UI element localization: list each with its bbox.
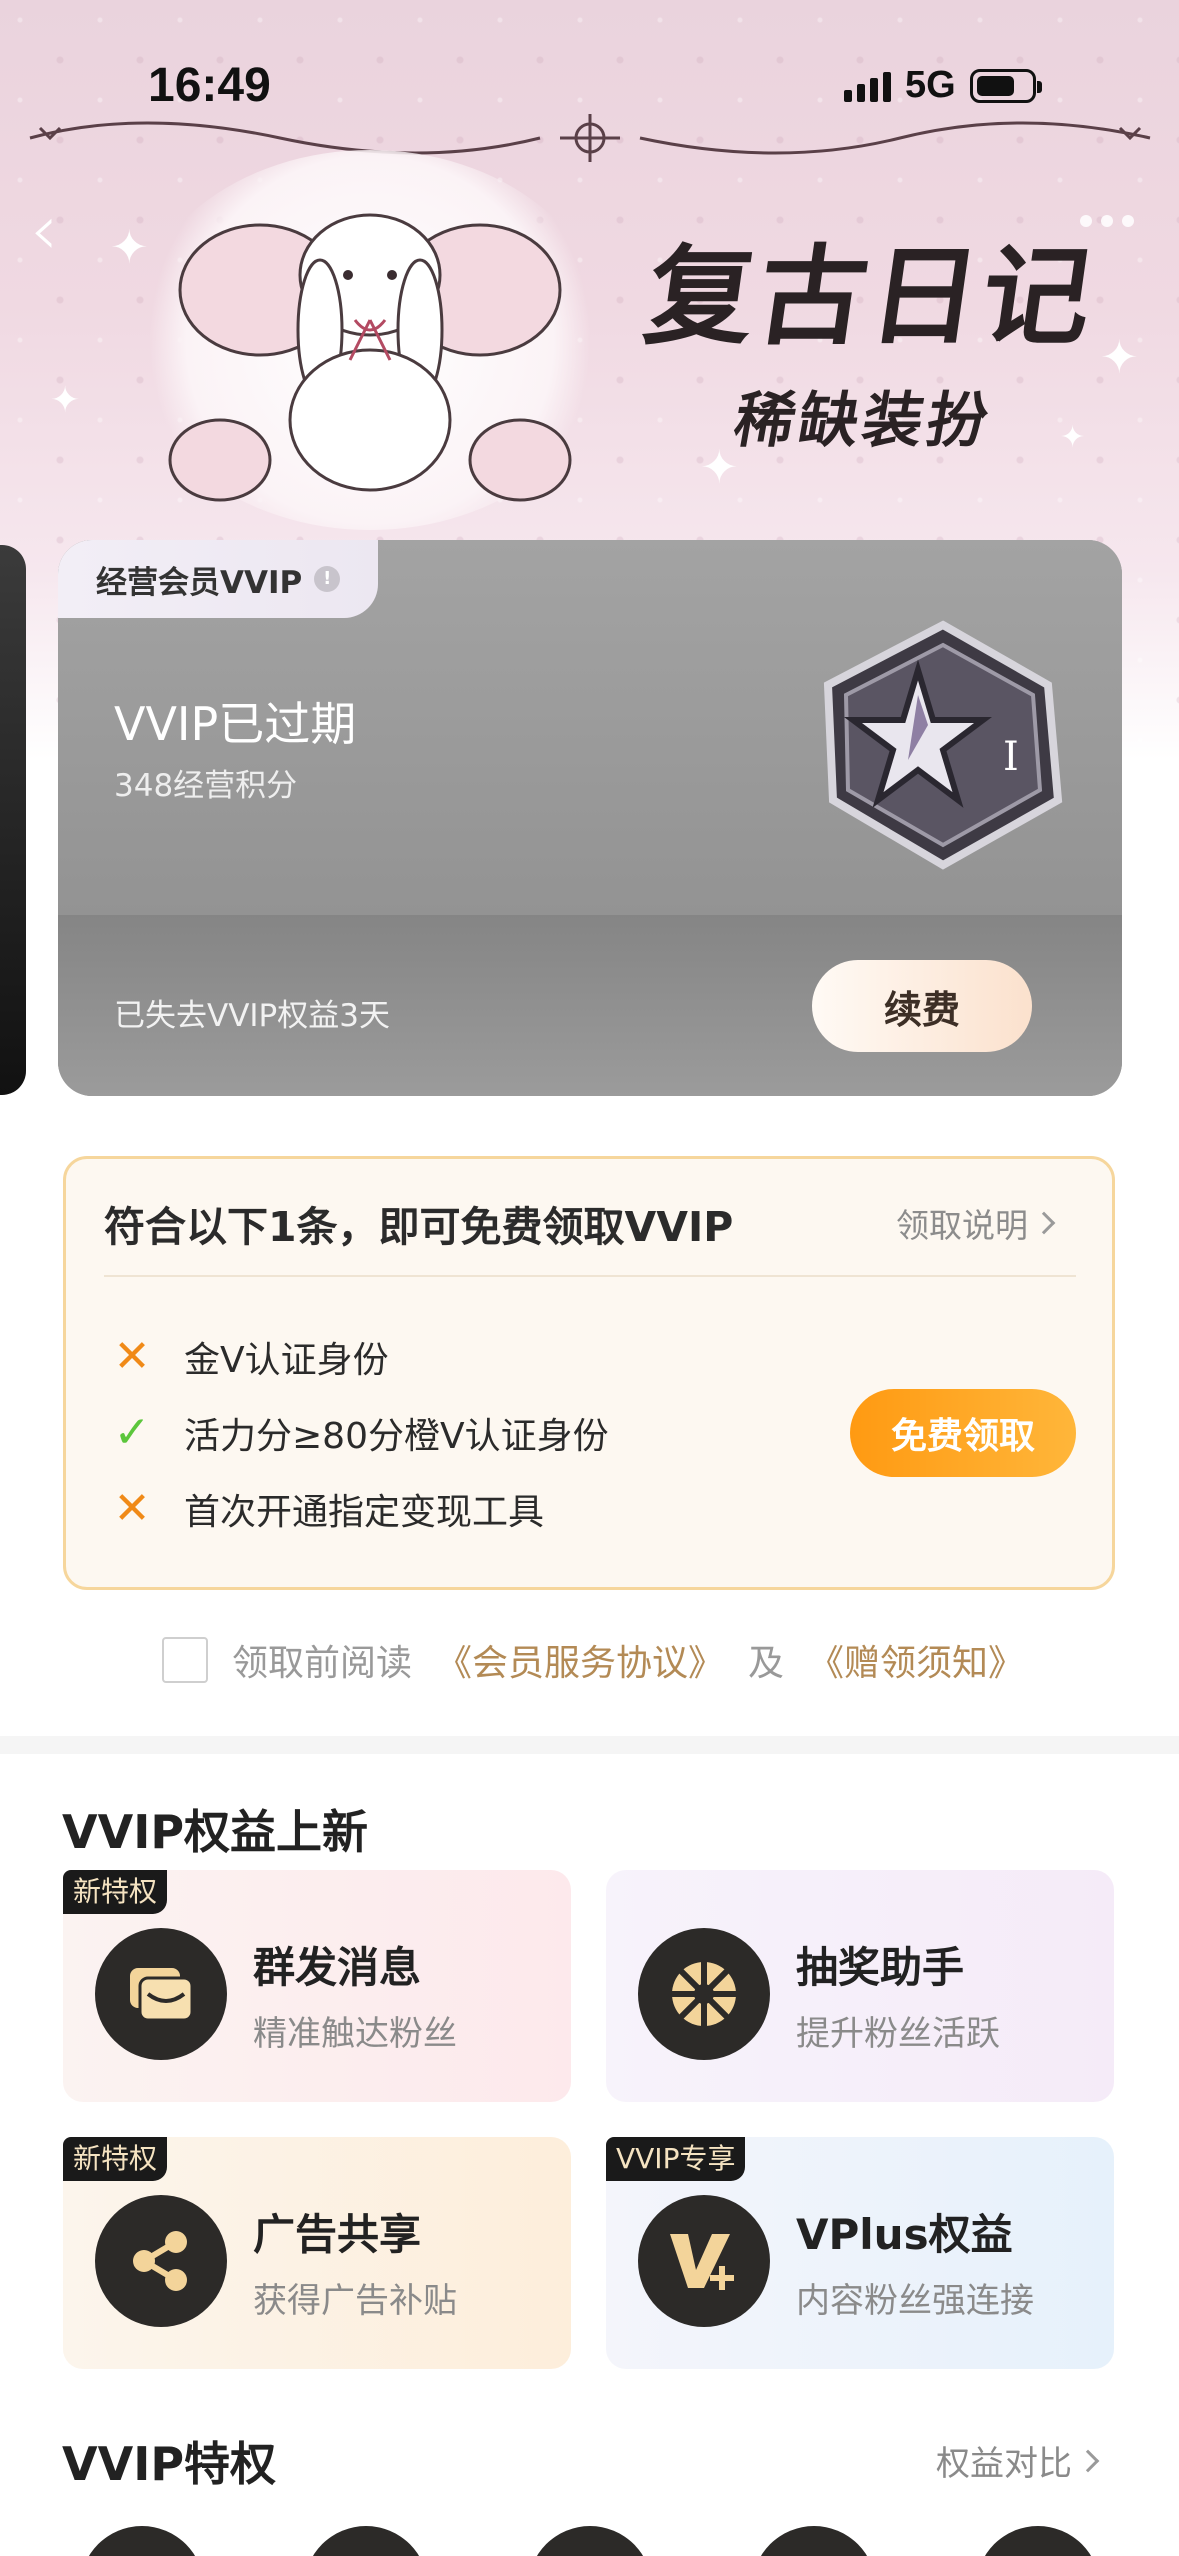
status-time: 16:49 (148, 59, 271, 112)
network-label: 5G (905, 64, 956, 106)
sparkle-icon: ✦ (700, 440, 739, 494)
privilege-icon[interactable] (80, 2526, 204, 2556)
new-rights-title: VVIP权益上新 (62, 1805, 369, 1859)
right-name: 广告共享 (253, 2210, 422, 2259)
claim-help-link[interactable]: 领取说明 (896, 1199, 1056, 1247)
vplus-icon (638, 2195, 770, 2327)
sparkle-icon: ✦ (1100, 330, 1139, 384)
check-icon: ✓ (113, 1407, 151, 1458)
back-chevron-icon[interactable]: ‹ (30, 190, 90, 270)
agreement-prefix: 领取前阅读 (232, 1643, 413, 1684)
new-privilege-badge: 新特权 (63, 2137, 168, 2181)
privilege-icon[interactable] (752, 2526, 876, 2556)
condition-text: 活力分≥80分橙V认证身份 (184, 1416, 609, 1457)
compare-label: 权益对比 (936, 2444, 1072, 2484)
vip-status: VVIP已过期 (114, 697, 357, 751)
vip-tab-label: 经营会员VVIP (96, 564, 303, 601)
sparkle-icon: ✦ (1060, 420, 1086, 455)
chevron-right-icon (1076, 2449, 1100, 2472)
vvip-exclusive-badge: VVIP专享 (606, 2137, 746, 2181)
bunny-illustration (168, 213, 572, 502)
message-icon (95, 1928, 227, 2060)
right-name: VPlus权益 (796, 2210, 1013, 2259)
vip-points: 348经营积分 (114, 768, 298, 804)
status-icons: 5G (844, 64, 1042, 107)
right-desc: 提升粉丝活跃 (796, 2014, 1000, 2054)
new-privilege-badge: 新特权 (63, 1870, 168, 1914)
renew-button[interactable]: 续费 (812, 960, 1032, 1052)
divider (104, 1275, 1076, 1277)
vip-tab: 经营会员VVIP ! (58, 540, 378, 618)
claim-help-label: 领取说明 (896, 1206, 1028, 1245)
medal-icon: I (823, 620, 1063, 870)
free-claim-button[interactable]: 免费领取 (850, 1389, 1076, 1477)
condition-text: 首次开通指定变现工具 (184, 1492, 545, 1533)
right-card-lottery[interactable]: 抽奖助手 提升粉丝活跃 (606, 1870, 1114, 2102)
free-claim-panel: 符合以下1条，即可免费领取VVIP 领取说明 ✕ 金V认证身份 ✓ 活力分≥80… (63, 1156, 1115, 1590)
vip-lost-days: 已失去VVIP权益3天 (114, 998, 390, 1034)
privileges-title: VVIP特权 (62, 2437, 277, 2491)
agreement-checkbox[interactable] (162, 1637, 208, 1683)
svg-text:I: I (1003, 734, 1019, 780)
condition-text: 金V认证身份 (184, 1340, 389, 1381)
vvip-member-card: 经营会员VVIP ! VVIP已过期 348经营积分 I 已失去VVIP权益3天… (58, 540, 1122, 1096)
section-divider (0, 1736, 1179, 1754)
ornament-divider (29, 114, 1151, 162)
cross-icon: ✕ (113, 1483, 151, 1534)
condition-item: ✕ 金V认证身份 (110, 1331, 389, 1383)
condition-item: ✓ 活力分≥80分橙V认证身份 (110, 1407, 609, 1459)
banner-subtitle: 稀缺装扮 (728, 386, 998, 456)
right-name: 抽奖助手 (796, 1943, 965, 1992)
privilege-icon[interactable] (528, 2526, 652, 2556)
share-icon (95, 2195, 227, 2327)
battery-icon (969, 68, 1042, 103)
signal-icon (844, 70, 891, 102)
agreement-row: 领取前阅读 《会员服务协议》 及 《赠领须知》 (162, 1634, 1024, 1686)
privilege-icon[interactable] (304, 2526, 428, 2556)
gift-notice-link[interactable]: 《赠领须知》 (808, 1634, 1024, 1686)
cross-icon: ✕ (113, 1331, 151, 1382)
info-icon[interactable]: ! (314, 566, 341, 592)
claim-title: 符合以下1条，即可免费领取VVIP (104, 1203, 734, 1251)
agreement-and: 及 (748, 1643, 785, 1684)
banner-title: 复古日记 (637, 234, 1104, 360)
compare-rights-link[interactable]: 权益对比 (936, 2436, 1100, 2485)
adjacent-card-peek[interactable] (0, 545, 26, 1095)
sparkle-icon: ✦ (110, 220, 149, 274)
right-name: 群发消息 (253, 1943, 422, 1992)
privilege-icon[interactable] (976, 2526, 1100, 2556)
right-desc: 获得广告补贴 (253, 2281, 457, 2321)
right-desc: 内容粉丝强连接 (796, 2281, 1034, 2321)
condition-item: ✕ 首次开通指定变现工具 (110, 1483, 544, 1535)
member-agreement-link[interactable]: 《会员服务协议》 (436, 1634, 724, 1686)
sparkle-icon: ✦ (50, 380, 81, 421)
right-desc: 精准触达粉丝 (253, 2014, 457, 2054)
lottery-wheel-icon (638, 1928, 770, 2060)
chevron-right-icon (1032, 1211, 1056, 1235)
